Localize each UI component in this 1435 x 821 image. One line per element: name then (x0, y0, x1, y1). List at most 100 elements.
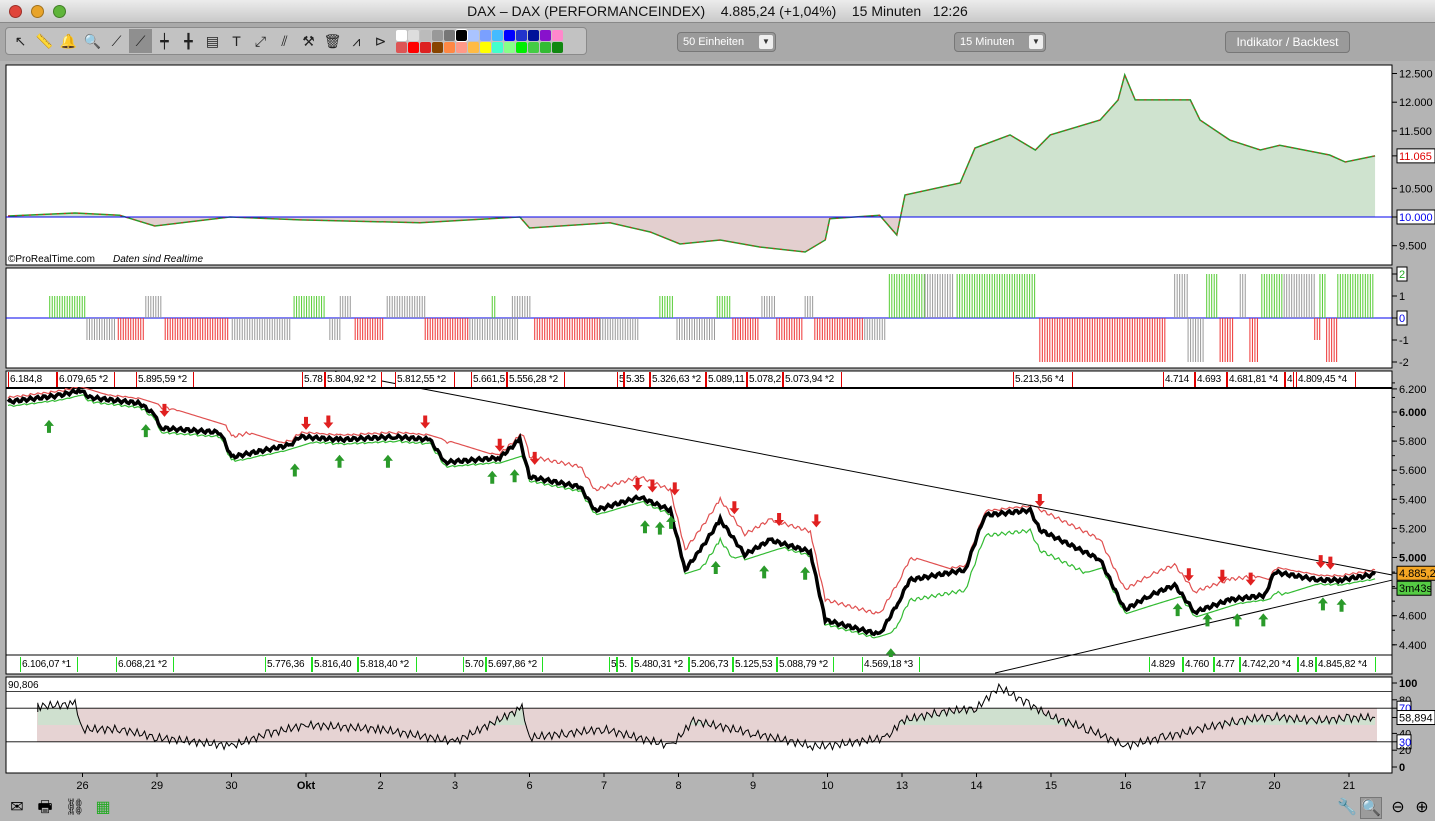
color-swatch[interactable] (504, 41, 515, 53)
resistance-price-label: 4 (1285, 372, 1294, 387)
vertical-line-icon[interactable]: ╋ (177, 29, 200, 53)
mail-icon[interactable]: ✉ (6, 797, 28, 819)
color-swatch[interactable] (396, 29, 407, 41)
drawing-tools: ↖ 📏 🔔 🔍 ⟋ ⟋ ┿ ╋ ▤ T ⤢ ⫽ ⚒ 🗑 ⩘ ⊳ (5, 27, 587, 55)
color-swatch[interactable] (420, 41, 431, 53)
color-swatch[interactable] (408, 29, 419, 41)
rsi-tick: 100 (1399, 678, 1417, 690)
color-swatch[interactable] (480, 41, 491, 53)
x-axis-label: 14 (970, 780, 982, 792)
window-titlebar: DAX – DAX (PERFORMANCEINDEX) 4.885,24 (+… (0, 0, 1435, 23)
chevron-down-icon: ▼ (759, 35, 773, 49)
color-swatch[interactable] (420, 29, 431, 41)
x-axis-label: 17 (1194, 780, 1206, 792)
support-price-label: 5.697,86 *2 (486, 657, 543, 672)
color-swatch[interactable] (456, 41, 467, 53)
support-price-label: 4.760 (1183, 657, 1214, 672)
window-title: DAX – DAX (PERFORMANCEINDEX) 4.885,24 (+… (467, 3, 968, 19)
units-select[interactable]: 50 Einheiten ▼ (677, 32, 776, 52)
histogram-tick: 1 (1399, 291, 1405, 303)
color-swatch[interactable] (504, 29, 515, 41)
fibonacci-icon[interactable]: ▤ (201, 29, 224, 53)
candle-countdown: 3m43s (1399, 583, 1433, 595)
color-swatch[interactable] (528, 29, 539, 41)
color-swatch[interactable] (540, 29, 551, 41)
zoom-icon[interactable]: 🔍 (81, 29, 104, 53)
horizontal-line-icon[interactable]: ┿ (153, 29, 176, 53)
indicator-backtest-button[interactable]: Indikator / Backtest (1225, 31, 1350, 53)
resistance-price-label: 5.661,5 (471, 372, 507, 387)
alarm-bell-icon[interactable]: 🔔 (57, 29, 80, 53)
link-icon[interactable]: ⛓ (64, 797, 86, 819)
support-price-label: 4.742,20 *4 (1240, 657, 1298, 672)
price-tick: 5.000 (1399, 553, 1427, 565)
color-swatch[interactable] (552, 41, 563, 53)
color-swatch[interactable] (492, 29, 503, 41)
chart-icon[interactable]: ▦ (92, 797, 114, 819)
color-swatch[interactable] (468, 29, 479, 41)
support-price-label: 5.776,36 (265, 657, 312, 672)
x-axis-label: 26 (76, 780, 88, 792)
tools-icon[interactable]: ⚒ (297, 29, 320, 53)
chart-area[interactable]: 12.500 12.000 11.500 10.500 9.500 11.065 10.00… (0, 61, 1435, 794)
support-price-label: 6.106,07 *1 (20, 657, 78, 672)
resistance-price-label: 5.78 (302, 372, 325, 387)
color-swatch[interactable] (552, 29, 563, 41)
equity-tick: 12.500 (1399, 69, 1433, 81)
resistance-price-label: 5.078,2 (747, 372, 783, 387)
x-axis-label: 13 (896, 780, 908, 792)
histogram-tick: -2 (1399, 357, 1409, 369)
units-select-value: 50 Einheiten (683, 36, 745, 48)
histogram-tick: 2 (1399, 269, 1405, 281)
support-price-label: 4.829 (1149, 657, 1183, 672)
parallel-icon[interactable]: ⫽ (273, 29, 296, 53)
x-axis-label: 21 (1343, 780, 1355, 792)
trendline-icon[interactable]: ⟋ (129, 29, 152, 53)
color-swatch[interactable] (516, 29, 527, 41)
color-swatch[interactable] (492, 41, 503, 53)
support-price-label: 5.206,73 (689, 657, 733, 672)
color-swatch[interactable] (432, 41, 443, 53)
minimize-window-button[interactable] (31, 5, 44, 18)
price-tick: 5.800 (1399, 436, 1427, 448)
pointer-icon[interactable]: ↖ (9, 29, 32, 53)
color-swatch[interactable] (408, 41, 419, 53)
color-swatch[interactable] (455, 28, 468, 42)
color-swatch[interactable] (540, 41, 551, 53)
resistance-price-label: 4.809,45 *4 (1296, 372, 1356, 387)
print-icon[interactable]: 🖶 (34, 797, 56, 819)
color-swatch[interactable] (516, 41, 527, 53)
trash-icon[interactable]: 🗑 (321, 29, 344, 53)
resistance-price-label: 5.326,63 *2 (650, 372, 706, 387)
support-price-label: 5.816,40 (312, 657, 358, 672)
resistance-price-label: 4.681,81 *4 (1227, 372, 1285, 387)
color-swatch[interactable] (432, 29, 443, 41)
last-price: 4.885,2 (1399, 568, 1435, 580)
zoom-window-button[interactable] (53, 5, 66, 18)
drawing-toolbar: ↖ 📏 🔔 🔍 ⟋ ⟋ ┿ ╋ ▤ T ⤢ ⫽ ⚒ 🗑 ⩘ ⊳ 50 Einheiten ▼ 15 Minute… (0, 23, 1435, 61)
auto-zoom-icon[interactable]: 🔍 (1360, 797, 1382, 819)
support-price-label: 4.77 (1214, 657, 1240, 672)
color-swatch[interactable] (444, 29, 455, 41)
color-swatch[interactable] (468, 41, 479, 53)
fan-icon[interactable]: ⊳ (369, 29, 392, 53)
interval-select[interactable]: 15 Minuten ▼ (954, 32, 1046, 52)
text-icon[interactable]: T (225, 29, 248, 53)
color-swatch[interactable] (444, 41, 455, 53)
close-window-button[interactable] (9, 5, 22, 18)
channel-icon[interactable]: ⤢ (249, 29, 272, 53)
zoom-out-icon[interactable]: ⊖ (1387, 797, 1409, 819)
color-swatch[interactable] (480, 29, 491, 41)
resistance-price-label: 5.895,59 *2 (136, 372, 194, 387)
x-axis-label: 8 (675, 780, 681, 792)
color-swatch[interactable] (396, 41, 407, 53)
resistance-price-label: 5 (617, 372, 624, 387)
ruler-icon[interactable]: 📏 (33, 29, 56, 53)
settings-icon[interactable]: 🔧 (1336, 797, 1358, 819)
realtime-note: Daten sind Realtime (113, 254, 203, 265)
color-swatch[interactable] (528, 41, 539, 53)
line-icon[interactable]: ⟋ (105, 29, 128, 53)
zoom-in-icon[interactable]: ⊕ (1411, 797, 1433, 819)
signal-icon[interactable]: ⩘ (345, 29, 368, 53)
x-axis-label: Okt (297, 780, 316, 792)
